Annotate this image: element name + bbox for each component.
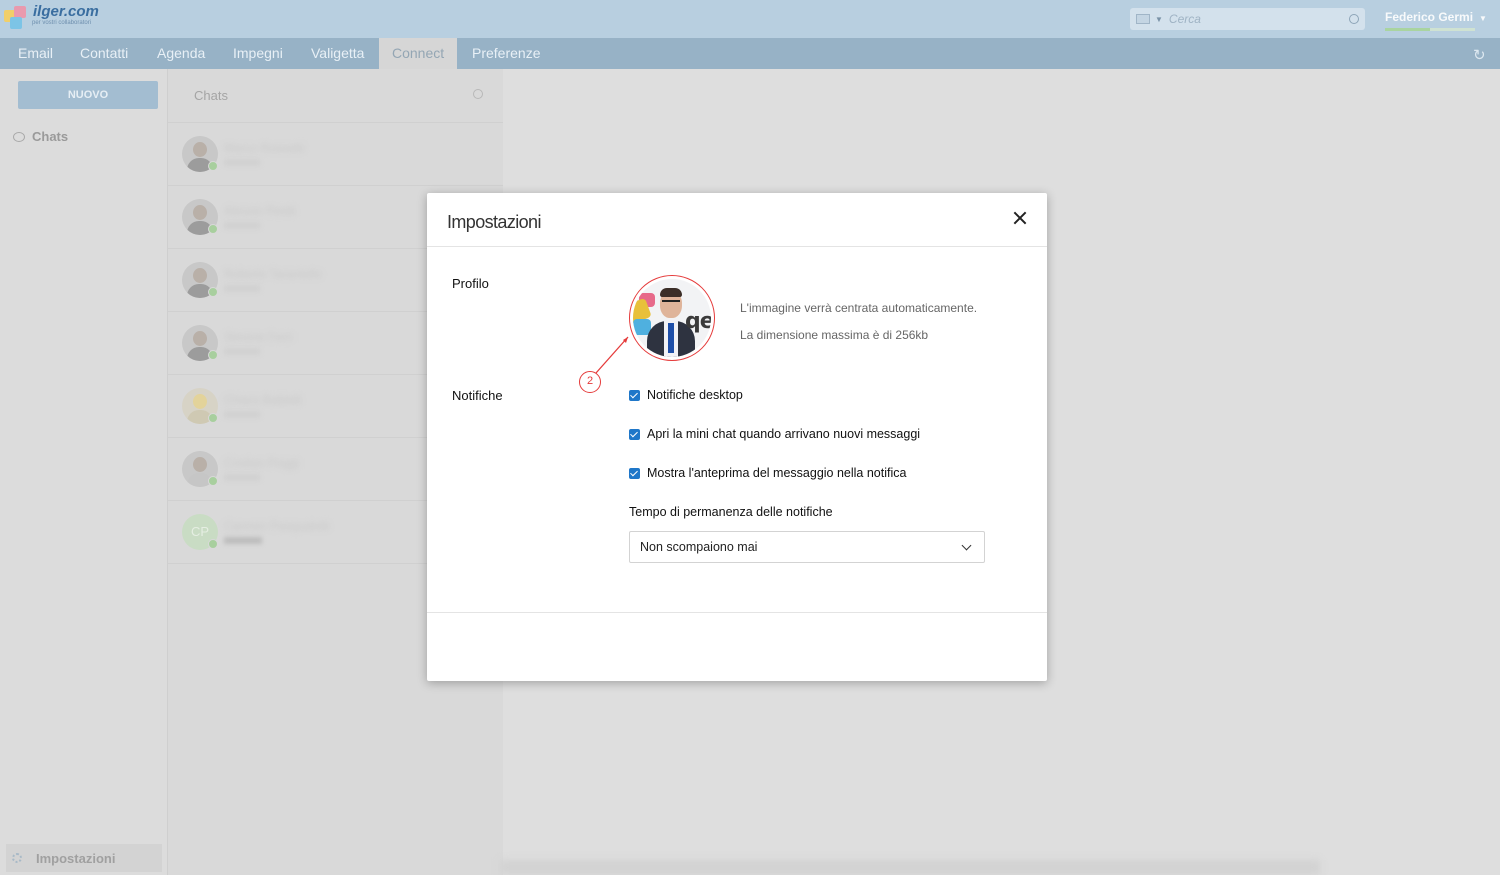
close-icon[interactable] xyxy=(1012,210,1028,226)
checkbox-message-preview[interactable]: Mostra l'anteprima del messaggio nella n… xyxy=(629,466,906,480)
tab-connect[interactable]: Connect xyxy=(379,38,457,69)
chat-bubble-icon xyxy=(13,131,25,142)
chat-preview xyxy=(224,285,260,292)
new-chat-button[interactable]: NUOVO xyxy=(18,81,158,109)
chat-preview xyxy=(224,222,260,229)
tab-impegni[interactable]: Impegni xyxy=(220,38,296,69)
chat-preview xyxy=(224,348,260,355)
online-status-dot xyxy=(208,287,218,297)
annotation-arrow xyxy=(595,336,629,374)
chat-contact-name: Chiara Baldelli xyxy=(224,393,302,407)
checkbox[interactable] xyxy=(629,389,640,401)
list-item[interactable]: Marco Rossetti xyxy=(168,123,503,186)
chat-contact-name: Carmen Pasqualetti xyxy=(224,519,330,533)
chat-contact-name: Alessio Pirelli xyxy=(224,204,296,218)
chat-contact-name: Cristian Poggi xyxy=(224,456,299,470)
chat-preview xyxy=(224,159,260,166)
tab-valigetta[interactable]: Valigetta xyxy=(298,38,377,69)
logo[interactable]: ilger.com per vostri collaboratori xyxy=(4,4,99,34)
chat-contact-name: Marco Rossetti xyxy=(224,141,305,155)
refresh-icon[interactable]: ↻ xyxy=(1473,46,1486,64)
checkbox[interactable] xyxy=(629,428,640,440)
puzzle-logo-icon xyxy=(4,4,30,29)
gear-icon xyxy=(12,853,22,863)
search-icon[interactable] xyxy=(1349,14,1359,24)
online-status-dot xyxy=(208,539,218,549)
chevron-down-icon[interactable]: ▼ xyxy=(1155,15,1163,24)
sidebar-item-settings[interactable]: Impostazioni xyxy=(6,844,162,872)
notification-duration-label: Tempo di permanenza delle notifiche xyxy=(629,505,833,519)
sidebar: NUOVO Chats Impostazioni xyxy=(0,69,168,875)
select-value: Non scompaiono mai xyxy=(640,540,758,554)
chevron-down-icon: ▼ xyxy=(1479,14,1487,23)
tab-agenda[interactable]: Agenda xyxy=(144,38,218,69)
online-status-dot xyxy=(208,476,218,486)
brand-tagline: per vostri collaboratori xyxy=(32,20,92,26)
tab-email[interactable]: Email xyxy=(5,38,66,69)
user-name: Federico Germi xyxy=(1385,10,1474,24)
chat-preview xyxy=(224,474,260,481)
online-status-dot xyxy=(208,161,218,171)
tab-preferenze[interactable]: Preferenze xyxy=(459,38,553,69)
profile-hint-centering: L'immagine verrà centrata automaticament… xyxy=(740,301,978,315)
profile-hint-max-size: La dimensione massima è di 256kb xyxy=(740,328,929,342)
dialog-title: Impostazioni xyxy=(447,212,541,232)
notification-duration-select[interactable]: Non scompaiono mai xyxy=(629,531,985,563)
chat-contact-name: Simone Ferri xyxy=(224,330,293,344)
global-search[interactable]: ▼ Cerca xyxy=(1130,8,1365,30)
chat-preview xyxy=(224,537,262,544)
online-status-dot xyxy=(208,224,218,234)
brand-name: ilger.com xyxy=(33,3,99,20)
checkbox-label: Apri la mini chat quando arrivano nuovi … xyxy=(647,427,921,441)
chat-list-header: Chats xyxy=(168,69,503,123)
annotation-marker: 2 xyxy=(579,371,601,393)
checkbox-desktop-notifications[interactable]: Notifiche desktop xyxy=(629,388,743,402)
chat-preview xyxy=(224,411,260,418)
top-bar: ilger.com per vostri collaboratori ▼ Cer… xyxy=(0,0,1500,38)
user-menu[interactable]: Federico Germi ▼ xyxy=(1385,10,1487,24)
online-status-dot xyxy=(208,413,218,423)
checkbox-label: Mostra l'anteprima del messaggio nella n… xyxy=(647,466,907,480)
chat-list-title: Chats xyxy=(194,88,228,103)
checkbox-open-mini-chat[interactable]: Apri la mini chat quando arrivano nuovi … xyxy=(629,427,920,441)
profile-photo: qe xyxy=(633,279,711,357)
sidebar-item-label: Impostazioni xyxy=(36,850,116,866)
checkbox[interactable] xyxy=(629,467,640,479)
dialog-footer-divider xyxy=(427,612,1047,613)
profile-section-label: Profilo xyxy=(452,276,489,291)
online-status-dot xyxy=(208,350,218,360)
sidebar-item-chats[interactable]: Chats xyxy=(13,129,68,144)
chevron-down-icon xyxy=(961,540,972,550)
user-quota-bar xyxy=(1385,28,1475,31)
search-input[interactable]: Cerca xyxy=(1169,12,1349,26)
main-nav: Email Contatti Agenda Impegni Valigetta … xyxy=(0,38,1500,69)
background-shadow xyxy=(500,860,1320,875)
checkbox-label: Notifiche desktop xyxy=(647,388,743,402)
tab-contatti[interactable]: Contatti xyxy=(67,38,141,69)
mail-icon[interactable] xyxy=(1136,14,1150,24)
search-icon[interactable] xyxy=(473,89,483,99)
settings-dialog: Impostazioni Profilo qe L'immagine verrà… xyxy=(427,193,1047,681)
chat-contact-name: Roberto Tarantello xyxy=(224,267,322,281)
notifications-section-label: Notifiche xyxy=(452,388,503,403)
dialog-header: Impostazioni xyxy=(427,193,1047,247)
sidebar-item-label: Chats xyxy=(32,129,69,144)
